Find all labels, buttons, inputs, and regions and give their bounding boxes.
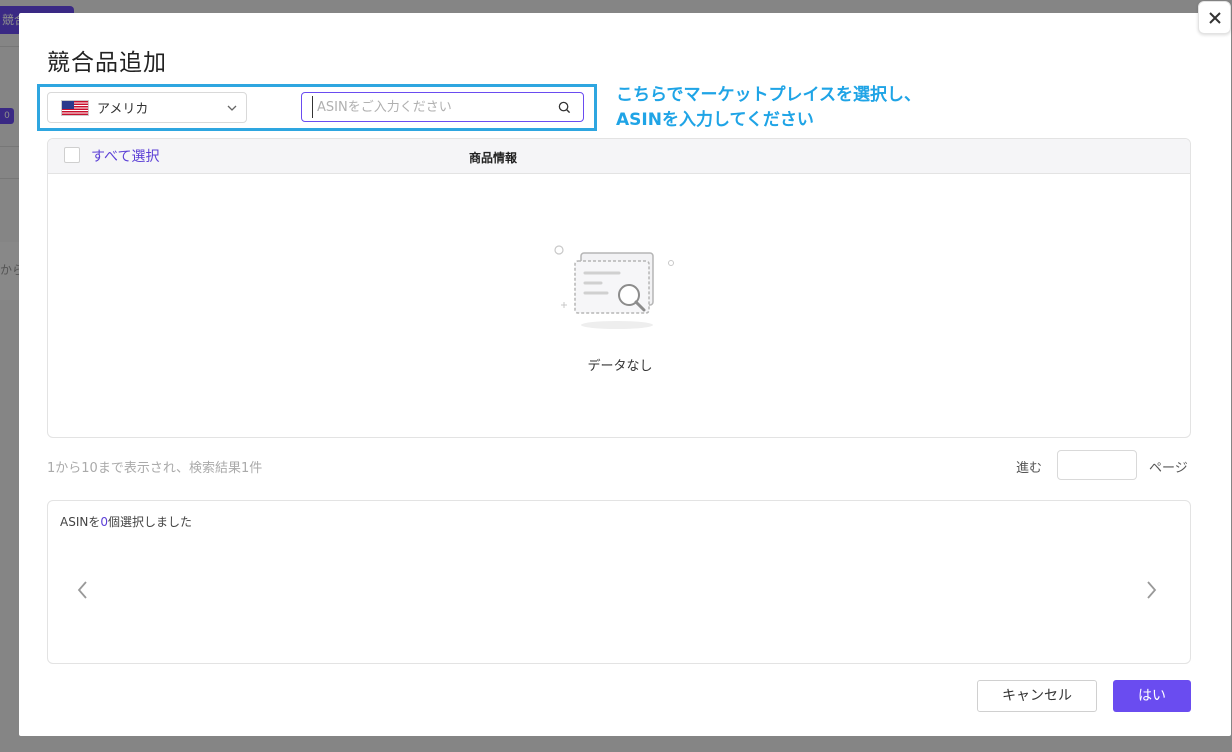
selected-count: 0 xyxy=(100,515,108,529)
close-button[interactable] xyxy=(1198,1,1231,34)
table-header: すべて選択 商品情報 xyxy=(48,139,1190,174)
modal-title: 競合品追加 xyxy=(47,50,167,76)
empty-data-text: データなし xyxy=(587,359,653,374)
selected-suffix: 個選択しました xyxy=(107,515,192,529)
close-icon xyxy=(1208,11,1221,24)
search-icon[interactable] xyxy=(558,101,571,114)
selected-prefix: ASINを xyxy=(60,515,101,529)
goto-label: 進む xyxy=(1016,461,1043,476)
select-all-checkbox[interactable] xyxy=(64,147,80,163)
chevron-down-icon xyxy=(227,105,237,111)
us-flag-icon xyxy=(61,99,89,116)
add-competitor-modal: 競合品追加 アメリカ こちらでマーケットプレイスを選択し、 ASINを入力してく… xyxy=(19,13,1231,736)
selected-count-text: ASINを0個選択しました xyxy=(60,513,192,530)
asin-search-input[interactable] xyxy=(312,96,552,118)
marketplace-select[interactable]: アメリカ xyxy=(47,92,247,123)
empty-data-icon xyxy=(554,245,674,329)
confirm-button[interactable]: はい xyxy=(1113,680,1191,712)
goto-page-input[interactable] xyxy=(1057,450,1137,480)
marketplace-label: アメリカ xyxy=(97,102,149,117)
instruction-annotation: こちらでマーケットプレイスを選択し、 ASINを入力してください xyxy=(616,83,1016,133)
pagination-info: 1から10まで表示され、検索結果1件 xyxy=(47,461,263,476)
annotation-line-1: こちらでマーケットプレイスを選択し、 xyxy=(616,85,921,105)
column-header-product-info: 商品情報 xyxy=(469,151,518,165)
selected-asins-panel: ASINを0個選択しました xyxy=(47,500,1191,664)
chevron-left-icon[interactable] xyxy=(76,579,90,601)
asin-search-box[interactable] xyxy=(301,92,584,122)
select-all-label[interactable]: すべて選択 xyxy=(91,146,159,166)
chevron-right-icon[interactable] xyxy=(1144,579,1158,601)
product-table: すべて選択 商品情報 データなし xyxy=(47,138,1191,438)
cancel-button[interactable]: キャンセル xyxy=(977,680,1097,712)
annotation-line-2: ASINを入力してください xyxy=(616,110,814,130)
page-label: ページ xyxy=(1149,461,1188,476)
